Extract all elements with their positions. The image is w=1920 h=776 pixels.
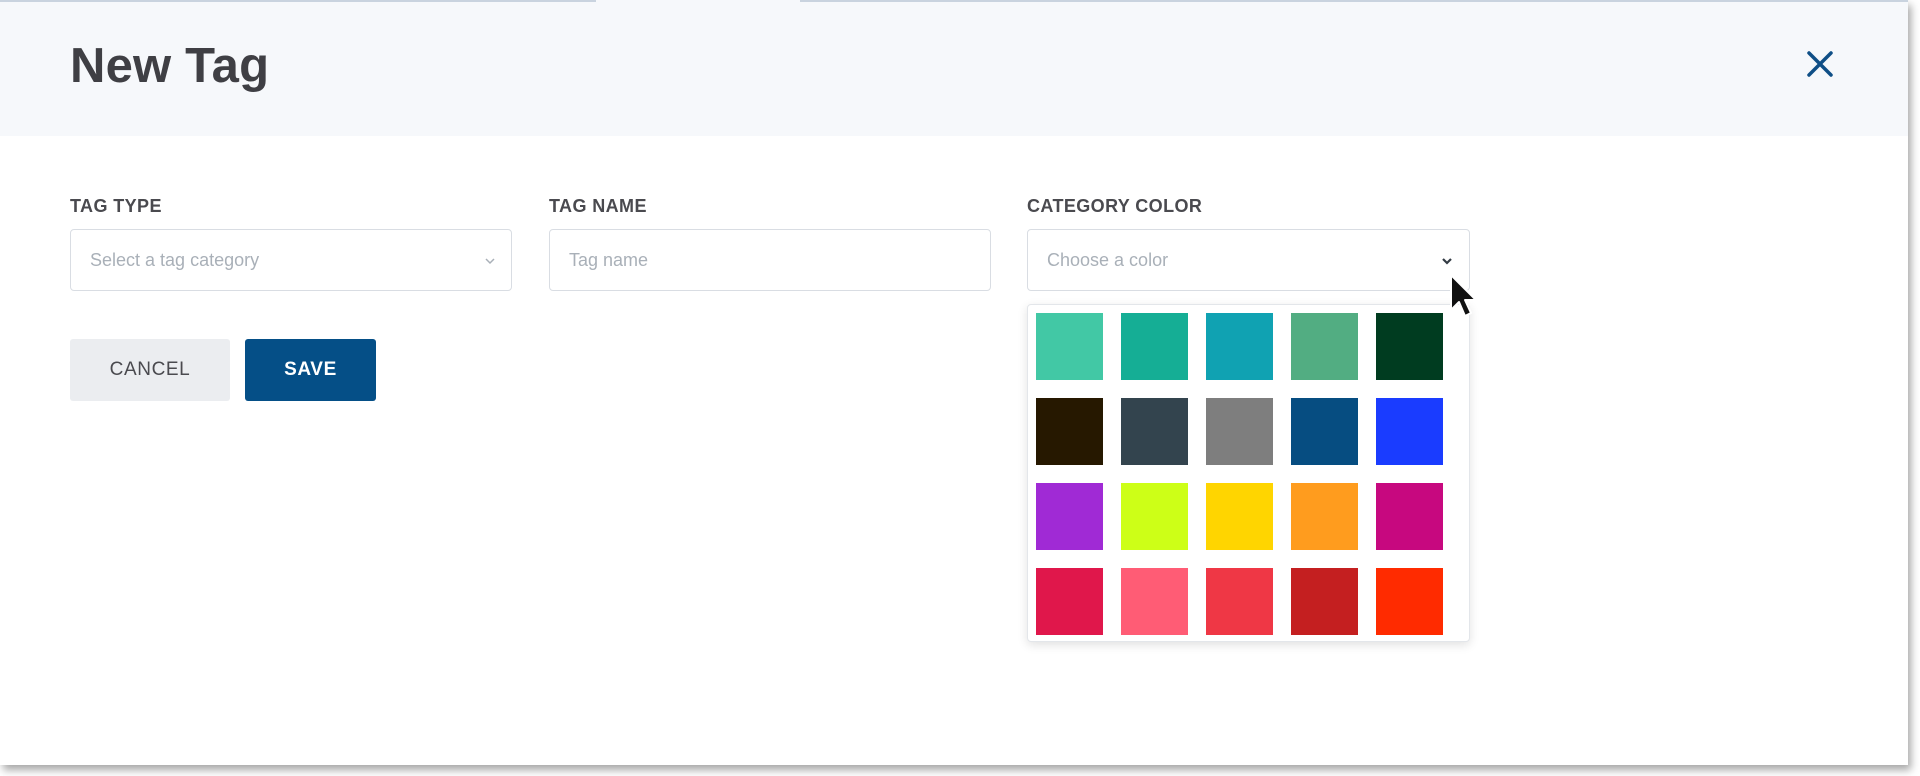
new-tag-dialog: New Tag TAG TYPE Select a tag category T… bbox=[0, 0, 1908, 765]
color-swatch[interactable] bbox=[1376, 483, 1443, 550]
cancel-button[interactable]: CANCEL bbox=[70, 339, 230, 401]
color-swatch[interactable] bbox=[1291, 398, 1358, 465]
dialog-title: New Tag bbox=[70, 39, 270, 93]
color-swatch[interactable] bbox=[1206, 398, 1273, 465]
chevron-down-icon bbox=[1442, 258, 1452, 265]
color-swatch-grid bbox=[1036, 313, 1443, 635]
color-swatch[interactable] bbox=[1376, 398, 1443, 465]
header-top-border bbox=[0, 0, 596, 2]
color-swatch[interactable] bbox=[1036, 568, 1103, 635]
dialog-header: New Tag bbox=[0, 0, 1908, 136]
tag-name-placeholder: Tag name bbox=[569, 250, 649, 270]
tag-name-input[interactable]: Tag name bbox=[549, 229, 991, 291]
save-button[interactable]: SAVE bbox=[245, 339, 376, 401]
color-palette-dropdown bbox=[1027, 304, 1470, 642]
tag-type-select[interactable]: Select a tag category bbox=[70, 229, 512, 291]
header-top-border bbox=[800, 0, 1908, 2]
color-swatch[interactable] bbox=[1121, 313, 1188, 380]
color-swatch[interactable] bbox=[1036, 483, 1103, 550]
color-swatch[interactable] bbox=[1291, 568, 1358, 635]
category-color-select[interactable]: Choose a color bbox=[1027, 229, 1470, 291]
tag-name-label: TAG NAME bbox=[549, 196, 647, 216]
category-color-label: CATEGORY COLOR bbox=[1027, 196, 1203, 216]
color-swatch[interactable] bbox=[1036, 313, 1103, 380]
color-swatch[interactable] bbox=[1206, 568, 1273, 635]
close-icon bbox=[1807, 51, 1833, 77]
color-swatch[interactable] bbox=[1291, 313, 1358, 380]
color-swatch[interactable] bbox=[1291, 483, 1358, 550]
color-swatch[interactable] bbox=[1036, 398, 1103, 465]
tag-type-placeholder: Select a tag category bbox=[90, 250, 260, 270]
color-swatch[interactable] bbox=[1121, 483, 1188, 550]
color-swatch[interactable] bbox=[1376, 313, 1443, 380]
color-swatch[interactable] bbox=[1121, 568, 1188, 635]
color-swatch[interactable] bbox=[1121, 398, 1188, 465]
tag-type-label: TAG TYPE bbox=[70, 196, 162, 216]
close-button[interactable] bbox=[1800, 44, 1840, 84]
category-color-placeholder: Choose a color bbox=[1047, 250, 1169, 270]
chevron-down-icon bbox=[485, 258, 495, 265]
color-swatch[interactable] bbox=[1206, 313, 1273, 380]
color-swatch[interactable] bbox=[1206, 483, 1273, 550]
color-swatch[interactable] bbox=[1376, 568, 1443, 635]
